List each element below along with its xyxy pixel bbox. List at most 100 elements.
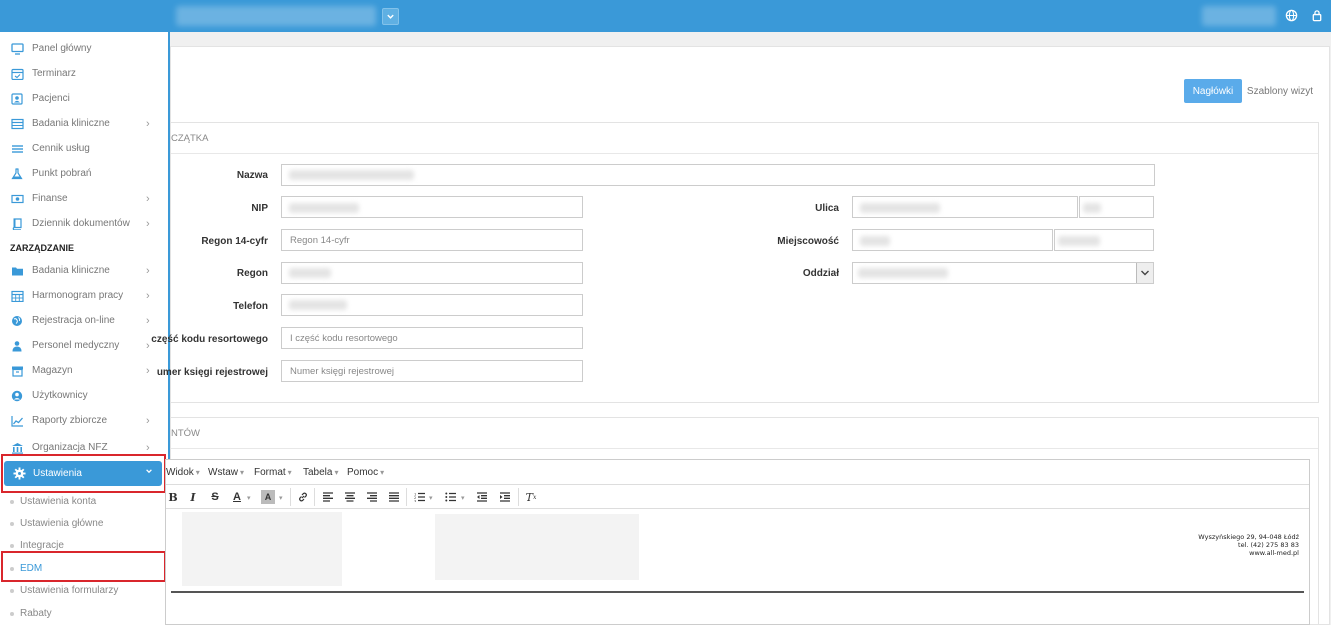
menu-tabela[interactable]: Tabela ▾	[303, 467, 338, 478]
chevron-right-icon: ›	[146, 192, 150, 205]
background-color-icon[interactable]: A	[261, 490, 275, 504]
flask-icon	[11, 167, 24, 180]
card-title: CZĄTKA	[171, 123, 1318, 154]
label-ulica: Ulica	[815, 203, 839, 214]
rich-text-editor[interactable]: Widok ▾ Wstaw ▾ Format ▾ Tabela ▾ Pomoc ▾ B I…	[165, 459, 1310, 625]
sidebar-item-pacjenci[interactable]: Pacjenci	[0, 86, 168, 111]
sidebar-item-harmonogram-pracy[interactable]: Harmonogram pracy ›	[0, 283, 168, 308]
sidebar-item-label: Finanse	[32, 193, 68, 204]
sidebar-item-punkt-pobran[interactable]: Punkt pobrań	[0, 161, 168, 186]
menu-wstaw[interactable]: Wstaw ▾	[208, 467, 244, 478]
chevron-right-icon: ›	[146, 414, 150, 427]
header-image-placeholder	[435, 514, 639, 580]
tab-naglowki[interactable]: Nagłówki	[1184, 79, 1242, 103]
lock-icon[interactable]	[1311, 9, 1325, 23]
sidebar-item-badania-kliniczne[interactable]: Badania kliniczne ›	[0, 111, 168, 136]
clear-formatting-icon[interactable]: Tx	[524, 490, 538, 504]
sidebar-item-panel-glowny[interactable]: Panel główny	[0, 36, 168, 61]
submenu-item-ustawienia-glowne[interactable]: Ustawienia główne	[0, 513, 168, 535]
user-card-icon	[11, 92, 24, 105]
label-oddzial: Oddział	[802, 268, 839, 279]
bullet-icon	[10, 544, 14, 548]
chevron-right-icon: ›	[146, 217, 150, 230]
submenu-item-label: Integracje	[20, 540, 64, 551]
nip-value-blurred	[289, 203, 359, 213]
sidebar-item-personel-medyczny[interactable]: Personel medyczny ›	[0, 333, 168, 358]
label-telefon: Telefon	[233, 301, 268, 312]
doctor-icon	[11, 340, 24, 352]
sidebar-item-terminarz[interactable]: Terminarz	[0, 61, 168, 86]
user-name-blurred[interactable]	[1202, 6, 1276, 26]
kod-resortowy-field[interactable]	[281, 327, 583, 349]
sidebar-item-dziennik-dokumentow[interactable]: Dziennik dokumentów ›	[0, 211, 168, 236]
sidebar-item-raporty-zbiorcze[interactable]: Raporty zbiorcze ›	[0, 408, 168, 433]
sidebar-item-finanse[interactable]: Finanse ›	[0, 186, 168, 211]
label-nazwa: Nazwa	[236, 170, 268, 181]
strikethrough-icon[interactable]: S	[208, 490, 222, 504]
italic-icon[interactable]: I	[186, 490, 200, 504]
money-icon	[11, 193, 24, 205]
bullet-list-icon[interactable]	[444, 490, 458, 504]
sidebar-item-label: Panel główny	[32, 43, 92, 54]
caret-down-icon: ▾	[380, 468, 385, 477]
align-center-icon[interactable]	[343, 490, 357, 504]
header-address: Wyszyńskiego 29, 94-048 Łódź tel. (42) 2…	[1198, 533, 1299, 557]
calendar-check-icon	[11, 68, 24, 80]
clinic-selector-blurred[interactable]	[176, 6, 376, 26]
nazwa-value-blurred	[289, 170, 414, 180]
align-right-icon[interactable]	[365, 490, 379, 504]
sidebar-item-uzytkownicy[interactable]: Użytkownicy	[0, 383, 168, 408]
chevron-right-icon: ›	[146, 441, 150, 454]
caret-down-icon: ▾	[195, 468, 200, 477]
caret-down-icon: ▾	[247, 495, 251, 502]
sidebar: Panel główny Terminarz Pacjenci Badania …	[0, 32, 170, 625]
link-icon[interactable]	[296, 490, 310, 504]
sidebar-item-label: Dziennik dokumentów	[32, 218, 130, 229]
toolbar-separator	[290, 488, 291, 506]
sidebar-item-magazyn[interactable]: Magazyn ›	[0, 358, 168, 383]
sidebar-item-rejestracja-online[interactable]: Rejestracja on-line ›	[0, 308, 168, 333]
sidebar-item-cennik-uslug[interactable]: Cennik usług	[0, 136, 168, 161]
card-title: NTÓW	[171, 418, 1318, 449]
telefon-value-blurred	[289, 300, 347, 310]
clinic-dropdown-button[interactable]	[382, 8, 399, 25]
highlight-ustawienia	[1, 454, 166, 493]
logo-placeholder	[182, 512, 342, 586]
bold-icon[interactable]: B	[166, 490, 180, 504]
label-regon: Regon	[236, 268, 268, 279]
sidebar-item-label: Pacjenci	[32, 93, 70, 104]
top-bar	[0, 0, 1331, 32]
horizontal-rule	[171, 591, 1304, 593]
section-heading-zarzadzanie: ZARZĄDZANIE	[10, 243, 74, 253]
sidebar-item-badania-kliniczne-mgmt[interactable]: Badania kliniczne ›	[0, 258, 168, 283]
outdent-icon[interactable]	[475, 490, 489, 504]
indent-icon[interactable]	[498, 490, 512, 504]
numbered-list-icon[interactable]: 123	[413, 490, 427, 504]
sidebar-item-label: Personel medyczny	[32, 340, 120, 351]
caret-down-icon: ▾	[334, 468, 339, 477]
sidebar-item-label: Użytkownicy	[32, 390, 88, 401]
label-ksiega-rejestrowa: umer księgi rejestrowej	[156, 367, 268, 378]
menu-pomoc[interactable]: Pomoc ▾	[347, 467, 384, 478]
regon14-field[interactable]	[281, 229, 583, 251]
sidebar-item-label: Raporty zbiorcze	[32, 415, 108, 426]
ulica-value-blurred	[860, 203, 940, 213]
submenu-item-ustawienia-formularzy[interactable]: Ustawienia formularzy	[0, 580, 168, 602]
globe-icon[interactable]	[1285, 9, 1299, 23]
align-left-icon[interactable]	[321, 490, 335, 504]
chevron-right-icon: ›	[146, 289, 150, 302]
menu-widok[interactable]: Widok ▾	[166, 467, 200, 478]
submenu-item-rabaty[interactable]: Rabaty	[0, 603, 168, 625]
ksiega-rejestrowa-field[interactable]	[281, 360, 583, 382]
label-nip: NIP	[251, 203, 268, 214]
caret-down-icon: ▾	[461, 495, 465, 502]
tab-szablony-wizyt[interactable]: Szablony wizyt	[1246, 79, 1314, 103]
editor-toolbar: B I S A ▾ A ▾ 123 ▾ ▾ Tx	[166, 485, 1309, 509]
menu-format[interactable]: Format ▾	[254, 467, 292, 478]
align-justify-icon[interactable]	[387, 490, 401, 504]
chevron-down-icon[interactable]	[1136, 263, 1153, 283]
sidebar-item-label: Organizacja NFZ	[32, 442, 108, 453]
submenu-item-label: Ustawienia formularzy	[20, 585, 119, 596]
submenu-item-ustawienia-konta[interactable]: Ustawienia konta	[0, 491, 168, 513]
font-color-icon[interactable]: A	[230, 490, 244, 504]
